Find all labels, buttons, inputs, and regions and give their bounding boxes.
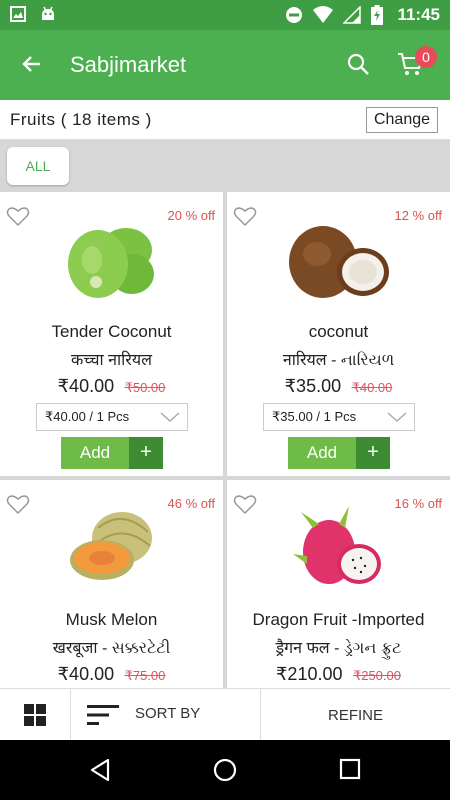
product-card[interactable]: 16 % off Dragon Fruit -Imported ड्रैगन फ… xyxy=(227,480,450,688)
unit-select-value: ₹35.00 / 1 Pcs xyxy=(272,409,357,424)
change-category-button[interactable]: Change xyxy=(366,107,438,133)
app-bar: Sabjimarket 0 xyxy=(0,30,450,100)
price-row: ₹210.00 ₹250.00 xyxy=(227,664,450,685)
status-bar: 11:45 xyxy=(0,0,450,30)
product-old-price: ₹50.00 xyxy=(124,380,166,395)
price-row: ₹40.00 ₹50.00 xyxy=(0,376,223,397)
back-arrow-icon[interactable] xyxy=(20,52,44,76)
app-title: Sabjimarket xyxy=(70,52,187,77)
unit-select[interactable]: ₹35.00 / 1 Pcs xyxy=(263,403,415,431)
product-name: Tender Coconut xyxy=(51,322,172,341)
product-price: ₹210.00 xyxy=(275,664,343,684)
plus-button[interactable]: + xyxy=(356,437,390,469)
wishlist-heart-icon[interactable] xyxy=(233,204,257,228)
refine-label: REFINE xyxy=(327,707,383,724)
refine-button[interactable]: REFINE xyxy=(261,689,450,741)
plus-button[interactable]: + xyxy=(129,437,163,469)
wifi-icon xyxy=(313,6,334,23)
product-card[interactable]: 20 % off Tender Coconut कच्चा नारियल ₹40… xyxy=(0,192,223,476)
wishlist-heart-icon[interactable] xyxy=(6,492,30,516)
nav-recents-icon[interactable] xyxy=(339,758,361,780)
product-price: ₹40.00 xyxy=(57,376,115,396)
cart-count-badge: 0 xyxy=(415,46,437,68)
product-image xyxy=(68,228,154,298)
product-grid: 20 % off Tender Coconut कच्चा नारियल ₹40… xyxy=(0,192,450,688)
chevron-down-icon xyxy=(387,412,407,423)
price-row: ₹40.00 ₹75.00 xyxy=(0,664,223,685)
product-local-name: नारियल - નારિયળ xyxy=(282,352,395,369)
product-image xyxy=(289,226,389,298)
product-card[interactable]: 46 % off Musk Melon खरबूजा - સક્કરટેટી ₹… xyxy=(0,480,223,688)
add-button-label[interactable]: Add xyxy=(61,437,129,469)
add-to-cart-button[interactable]: Add + xyxy=(288,437,390,469)
clock: 11:45 xyxy=(397,5,440,24)
chevron-down-icon xyxy=(160,412,180,423)
bottom-action-bar: SORT BY REFINE xyxy=(0,688,450,741)
category-label: Fruits ( 18 items ) xyxy=(10,110,152,129)
add-button-label[interactable]: Add xyxy=(288,437,356,469)
add-to-cart-button[interactable]: Add + xyxy=(61,437,163,469)
product-name: coconut xyxy=(308,322,369,341)
discount-label: 16 % off xyxy=(394,496,442,511)
unit-select-value: ₹40.00 / 1 Pcs xyxy=(45,409,130,424)
battery-charging-icon xyxy=(371,5,384,25)
nav-home-icon[interactable] xyxy=(213,758,237,782)
category-bar: Fruits ( 18 items ) Change xyxy=(0,100,450,140)
discount-label: 12 % off xyxy=(394,208,442,223)
sort-icon xyxy=(87,705,119,725)
product-name: Dragon Fruit -Imported xyxy=(252,610,425,629)
product-price: ₹35.00 xyxy=(284,376,342,396)
cellular-signal-icon xyxy=(343,6,362,24)
product-old-price: ₹40.00 xyxy=(351,380,393,395)
product-name: Musk Melon xyxy=(65,610,158,629)
product-local-name: कच्चा नारियल xyxy=(71,352,152,369)
product-old-price: ₹250.00 xyxy=(352,668,401,683)
filter-bar: ALL xyxy=(0,140,450,192)
product-image xyxy=(70,512,152,580)
discount-label: 20 % off xyxy=(167,208,215,223)
sort-by-button[interactable]: SORT BY xyxy=(71,689,261,741)
search-icon[interactable] xyxy=(346,52,370,76)
product-old-price: ₹75.00 xyxy=(124,668,166,683)
sort-by-label: SORT BY xyxy=(135,705,201,722)
product-image xyxy=(293,506,381,584)
grid-view-button[interactable] xyxy=(0,689,71,741)
unit-select[interactable]: ₹40.00 / 1 Pcs xyxy=(36,403,188,431)
android-notification-icon xyxy=(42,6,54,20)
product-card[interactable]: 12 % off coconut नारियल - નારિયળ ₹35.00 … xyxy=(227,192,450,476)
product-price: ₹40.00 xyxy=(57,664,115,684)
image-notification-icon xyxy=(10,6,26,22)
price-row: ₹35.00 ₹40.00 xyxy=(227,376,450,397)
nav-back-icon[interactable] xyxy=(88,758,112,782)
system-navigation-bar xyxy=(0,740,450,800)
grid-view-icon xyxy=(24,704,46,726)
filter-chip-all[interactable]: ALL xyxy=(7,147,69,185)
product-local-name: ड्रैगन फल - ડ્રેગન ફ્રુટ xyxy=(275,640,402,657)
product-local-name: खरबूजा - સક્કરટેટી xyxy=(52,640,171,657)
wishlist-heart-icon[interactable] xyxy=(6,204,30,228)
discount-label: 46 % off xyxy=(167,496,215,511)
wishlist-heart-icon[interactable] xyxy=(233,492,257,516)
do-not-disturb-icon xyxy=(286,7,303,23)
